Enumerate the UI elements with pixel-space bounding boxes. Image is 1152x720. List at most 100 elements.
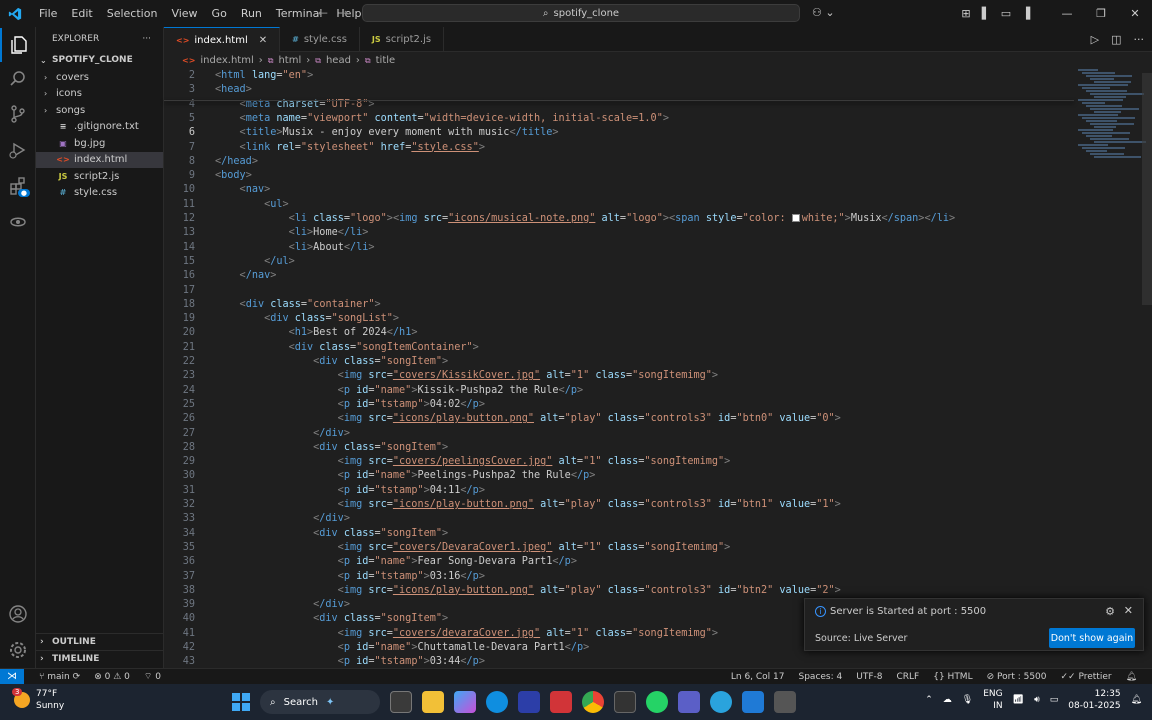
problems-status[interactable]: ⊗ 0 ⚠ 0 bbox=[87, 672, 137, 682]
telegram-icon[interactable] bbox=[710, 691, 732, 713]
code-line[interactable]: 10 <nav> bbox=[164, 183, 1074, 197]
menu-view[interactable]: View bbox=[164, 7, 204, 20]
back-arrow-icon[interactable]: ← bbox=[318, 6, 328, 20]
tree-item-script2-js[interactable]: JS script2.js bbox=[36, 168, 163, 185]
notification-settings-icon[interactable]: ⚙ bbox=[1105, 605, 1115, 618]
code-line[interactable]: 32 <img src="icons/play-button.png" alt=… bbox=[164, 498, 1074, 512]
cursor-position[interactable]: Ln 6, Col 17 bbox=[724, 672, 792, 682]
code-line[interactable]: 26 <img src="icons/play-button.png" alt=… bbox=[164, 412, 1074, 426]
notification-center-icon[interactable]: 🔔︎ bbox=[1131, 695, 1142, 705]
code-line[interactable]: 34 <div class="songItem"> bbox=[164, 527, 1074, 541]
live-server-status[interactable]: ⊘ Port : 5500 bbox=[980, 672, 1054, 682]
code-line[interactable]: 17 bbox=[164, 284, 1074, 298]
maximize-button[interactable]: ❐ bbox=[1084, 7, 1118, 20]
menu-go[interactable]: Go bbox=[205, 7, 234, 20]
windows-start-icon[interactable] bbox=[232, 693, 250, 711]
chrome-browser-icon[interactable] bbox=[582, 691, 604, 713]
teams-icon[interactable] bbox=[678, 691, 700, 713]
close-tab-icon[interactable]: ✕ bbox=[259, 35, 267, 46]
microphone-icon[interactable]: 🎙︎ bbox=[962, 695, 973, 705]
project-folder[interactable]: ⌄ SPOTIFY_CLONE bbox=[36, 51, 163, 69]
code-line[interactable]: 21 <div class="songItemContainer"> bbox=[164, 341, 1074, 355]
encoding[interactable]: UTF-8 bbox=[849, 672, 889, 682]
explorer-icon[interactable] bbox=[0, 28, 36, 62]
dont-show-again-button[interactable]: Don't show again bbox=[1049, 628, 1135, 648]
extensions-icon[interactable]: ● bbox=[0, 169, 36, 203]
tree-item-index-html[interactable]: <> index.html bbox=[36, 151, 163, 168]
close-notification-icon[interactable]: ✕ bbox=[1124, 604, 1133, 617]
tab-style-css[interactable]: # style.css bbox=[280, 27, 360, 52]
code-line[interactable]: 7 <link rel="stylesheet" href="style.css… bbox=[164, 141, 1074, 155]
code-line[interactable]: 33 </div> bbox=[164, 512, 1074, 526]
code-line[interactable]: 19 <div class="songList"> bbox=[164, 312, 1074, 326]
indentation[interactable]: Spaces: 4 bbox=[792, 672, 850, 682]
tree-item-icons[interactable]: › icons bbox=[36, 86, 163, 103]
minimize-button[interactable]: — bbox=[1050, 7, 1084, 20]
menu-file[interactable]: File bbox=[32, 7, 64, 20]
snipping-tool-icon[interactable] bbox=[774, 691, 796, 713]
code-line[interactable]: 31 <p id="tstamp">04:11</p> bbox=[164, 484, 1074, 498]
accounts-icon[interactable] bbox=[0, 597, 36, 631]
code-line[interactable]: 16 </nav> bbox=[164, 269, 1074, 283]
code-line[interactable]: 15 </ul> bbox=[164, 255, 1074, 269]
menu-edit[interactable]: Edit bbox=[64, 7, 99, 20]
run-debug-icon[interactable] bbox=[0, 133, 36, 167]
code-line[interactable]: 14 <li>About</li> bbox=[164, 241, 1074, 255]
vscode-taskbar-icon[interactable] bbox=[742, 691, 764, 713]
branch-status[interactable]: ⑂ main ⟳ bbox=[32, 672, 87, 682]
copilot-app-icon[interactable] bbox=[454, 691, 476, 713]
more-actions-icon[interactable]: ··· bbox=[142, 34, 151, 44]
forward-arrow-icon[interactable]: → bbox=[338, 6, 348, 20]
code-line[interactable]: 20 <h1>Best of 2024</h1> bbox=[164, 326, 1074, 340]
file-explorer-icon[interactable] bbox=[422, 691, 444, 713]
code-line[interactable]: 22 <div class="songItem"> bbox=[164, 355, 1074, 369]
language-mode[interactable]: {} HTML bbox=[926, 672, 979, 682]
tree-item-bg-jpg[interactable]: ▣ bg.jpg bbox=[36, 135, 163, 152]
code-line[interactable]: 28 <div class="songItem"> bbox=[164, 441, 1074, 455]
store-icon[interactable] bbox=[614, 691, 636, 713]
tab-index-html[interactable]: <> index.html ✕ bbox=[164, 27, 281, 52]
wifi-icon[interactable]: 📶︎ bbox=[1013, 695, 1024, 705]
code-line[interactable]: 2 <html lang="en"> bbox=[164, 69, 1074, 83]
code-line[interactable]: 43 <p id="tstamp">03:44</p> bbox=[164, 655, 1074, 668]
volume-icon[interactable]: 🔊︎ bbox=[1034, 695, 1040, 705]
code-line[interactable]: 8 </head> bbox=[164, 155, 1074, 169]
tab-script2-js[interactable]: JS script2.js bbox=[360, 27, 445, 52]
code-line[interactable]: 12 <li class="logo"><img src="icons/musi… bbox=[164, 212, 1074, 226]
remote-indicator-icon[interactable]: ⋊ bbox=[0, 668, 24, 685]
clock[interactable]: 12:35 08-01-2025 bbox=[1068, 688, 1120, 712]
close-window-button[interactable]: ✕ bbox=[1118, 7, 1152, 20]
taskbar-search[interactable]: ⌕ Search ✦ bbox=[260, 690, 380, 714]
edge-browser-icon[interactable] bbox=[486, 691, 508, 713]
remote-explorer-icon[interactable] bbox=[0, 205, 36, 239]
vertical-scrollbar[interactable] bbox=[1142, 73, 1152, 305]
code-line[interactable]: 11 <ul> bbox=[164, 198, 1074, 212]
breadcrumb-item[interactable]: title bbox=[376, 55, 396, 66]
code-line[interactable]: 13 <li>Home</li> bbox=[164, 226, 1074, 240]
language-indicator[interactable]: ENG IN bbox=[983, 688, 1002, 712]
more-actions-icon[interactable]: ··· bbox=[1134, 33, 1145, 46]
copilot-icon[interactable]: ⚇ ⌄ bbox=[812, 6, 835, 19]
task-view-icon[interactable] bbox=[390, 691, 412, 713]
tree-item-style-css[interactable]: # style.css bbox=[36, 185, 163, 202]
search-view-icon[interactable] bbox=[0, 62, 36, 96]
toggle-secondary-sidebar-icon[interactable]: ▐ bbox=[1016, 7, 1036, 20]
code-line[interactable]: 5 <meta name="viewport" content="width=d… bbox=[164, 112, 1074, 126]
prettier-status[interactable]: ✓✓ Prettier bbox=[1054, 672, 1119, 682]
breadcrumb-item[interactable]: head bbox=[326, 55, 351, 66]
source-control-icon[interactable] bbox=[0, 97, 36, 131]
weather-widget[interactable]: 3 77°F Sunny bbox=[12, 688, 64, 712]
menu-selection[interactable]: Selection bbox=[100, 7, 165, 20]
settings-gear-icon[interactable] bbox=[0, 633, 36, 667]
tree-item--gitignore-txt[interactable]: ≡ .gitignore.txt bbox=[36, 119, 163, 136]
chevron-up-icon[interactable]: ⌃ bbox=[925, 695, 933, 705]
code-line[interactable]: 23 <img src="covers/KissikCover.jpg" alt… bbox=[164, 369, 1074, 383]
code-line[interactable]: 3 <head> bbox=[164, 83, 1074, 97]
menu-run[interactable]: Run bbox=[234, 7, 269, 20]
code-line[interactable]: 27 </div> bbox=[164, 427, 1074, 441]
timeline-section[interactable]: › TIMELINE bbox=[36, 650, 164, 667]
toggle-panel-icon[interactable]: ▭ bbox=[996, 7, 1016, 20]
code-line[interactable]: 9 <body> bbox=[164, 169, 1074, 183]
code-line[interactable]: 18 <div class="container"> bbox=[164, 298, 1074, 312]
run-icon[interactable]: ▷ bbox=[1091, 33, 1099, 46]
